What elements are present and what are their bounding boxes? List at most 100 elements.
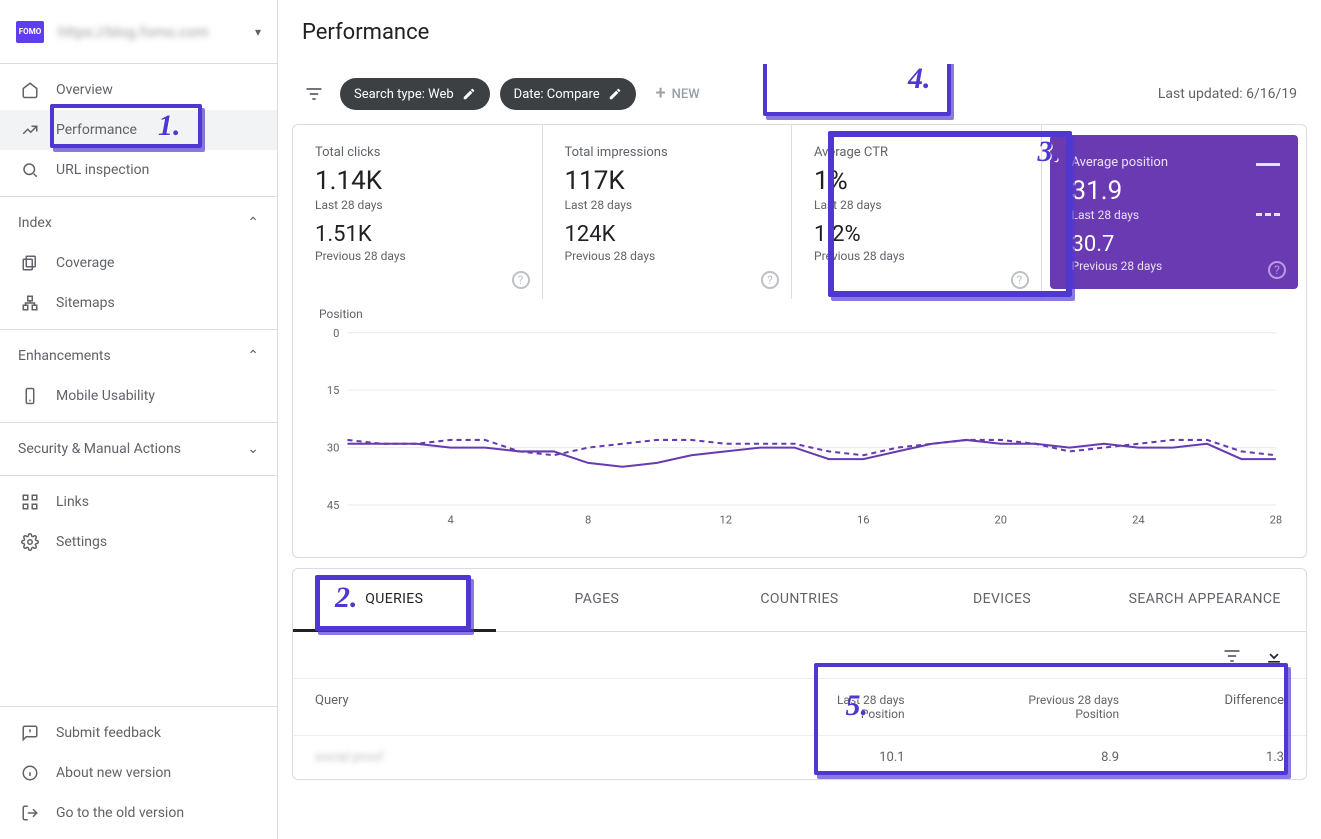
sidebar-item-label: Sitemaps [56,295,115,311]
sidebar-group-security[interactable]: Security & Manual Actions ⌄ [0,429,277,469]
sidebar-item-label: Go to the old version [56,805,184,821]
sidebar-item-feedback[interactable]: Submit feedback [0,713,277,753]
metric-position[interactable]: Average position 31.9 Last 28 days 30.7 … [1050,135,1299,289]
metric-value: 1.14K [315,166,520,196]
svg-text:8: 8 [585,513,591,526]
sidebar-item-coverage[interactable]: Coverage [0,243,277,283]
sidebar-item-label: Coverage [56,255,114,271]
chevron-down-icon: ⌄ [247,441,259,457]
metric-impressions[interactable]: Total impressions 117K Last 28 days 124K… [543,125,793,299]
metric-clicks[interactable]: Total clicks 1.14K Last 28 days 1.51K Pr… [293,125,543,299]
sidebar-item-sitemaps[interactable]: Sitemaps [0,283,277,323]
svg-text:45: 45 [327,499,340,512]
metric-value-prev: 1.2% [814,222,1019,247]
sidebar-item-mobile[interactable]: Mobile Usability [0,376,277,416]
cell-prev-position: 8.9 [927,736,1142,780]
svg-text:28: 28 [1270,513,1283,526]
filter-toolbar: Search type: Web Date: Compare + NEW Las… [278,64,1321,124]
query-cell: social proof [315,750,383,765]
metric-sub: Last 28 days [814,198,1019,212]
legend-dashed-icon [1256,213,1280,216]
table-filter-icon[interactable] [1222,646,1242,670]
help-icon[interactable]: ? [512,271,530,289]
sidebar-item-links[interactable]: Links [0,482,277,522]
metric-sub-prev: Previous 28 days [1072,259,1277,273]
metric-sub: Last 28 days [1072,208,1277,222]
metric-value: 31.9 [1072,176,1277,206]
main-content: Performance Search type: Web Date: Compa… [278,0,1321,839]
tabs-row: QUERIES PAGES COUNTRIES DEVICES SEARCH A… [293,569,1306,632]
metric-sub-prev: Previous 28 days [565,249,770,263]
svg-text:30: 30 [327,442,340,455]
property-selector[interactable]: FOMO https://blog.fomo.com ▾ [0,0,277,64]
metrics-row: Total clicks 1.14K Last 28 days 1.51K Pr… [293,125,1306,299]
metric-value-prev: 124K [565,222,770,247]
mobile-icon [18,387,42,405]
metrics-card: Total clicks 1.14K Last 28 days 1.51K Pr… [292,124,1307,558]
svg-text:16: 16 [857,513,870,526]
filter-icon[interactable] [302,84,326,104]
metric-label: Average CTR [814,145,1019,160]
help-icon[interactable]: ? [1011,271,1029,289]
metric-label: Average position [1072,155,1277,170]
chevron-up-icon: ⌃ [247,215,259,231]
annotation-number-2: 2. [335,581,358,615]
annotation-number-1: 1. [158,109,181,143]
tab-queries[interactable]: QUERIES [293,569,496,632]
col-query[interactable]: Query [293,679,749,736]
chart-y-axis-label: Position [319,307,1286,321]
exit-icon [18,804,42,822]
date-chip[interactable]: Date: Compare [500,78,636,110]
metric-sub-prev: Previous 28 days [814,249,1019,263]
help-icon[interactable]: ? [1268,261,1286,279]
metric-sub: Last 28 days [565,198,770,212]
position-chart: 0153045481216202428 [313,323,1286,533]
feedback-icon [18,724,42,742]
metric-value-prev: 30.7 [1072,232,1277,257]
last-updated: Last updated: 6/16/19 [1158,86,1297,102]
help-icon[interactable]: ? [761,271,779,289]
tab-search-appearance[interactable]: SEARCH APPEARANCE [1103,569,1306,631]
tab-devices[interactable]: DEVICES [901,569,1104,631]
sidebar: FOMO https://blog.fomo.com ▾ Overview Pe… [0,0,278,839]
metric-value-prev: 1.51K [315,222,520,247]
chip-label: Search type: Web [354,87,454,102]
page-title: Performance [278,0,1321,64]
metric-sub-prev: Previous 28 days [315,249,520,263]
sidebar-group-enhancements[interactable]: Enhancements ⌃ [0,336,277,376]
tab-pages[interactable]: PAGES [496,569,699,631]
links-icon [18,493,42,511]
table-row[interactable]: social proof 10.1 8.9 1.3 [293,736,1306,780]
sidebar-item-about[interactable]: About new version [0,753,277,793]
svg-text:20: 20 [995,513,1008,526]
metric-label: Total clicks [315,145,520,160]
sidebar-group-index[interactable]: Index ⌃ [0,203,277,243]
legend-solid-icon [1256,163,1280,166]
sidebar-item-url-inspection[interactable]: URL inspection [0,150,277,190]
site-logo: FOMO [16,21,44,43]
search-type-chip[interactable]: Search type: Web [340,78,490,110]
metric-ctr[interactable]: Average CTR 1% Last 28 days 1.2% Previou… [792,125,1042,299]
sidebar-item-performance[interactable]: Performance 1. [0,110,277,150]
sidebar-item-overview[interactable]: Overview [0,70,277,110]
col-last-position[interactable]: Last 28 days Position [749,679,927,736]
annotation-number-4: 4. [908,64,931,96]
content-scroll[interactable]: Search type: Web Date: Compare + NEW Las… [278,64,1321,839]
pencil-icon [608,87,622,101]
pages-icon [18,254,42,272]
sidebar-item-settings[interactable]: Settings [0,522,277,562]
svg-text:4: 4 [447,513,453,526]
svg-text:15: 15 [327,384,340,397]
site-url: https://blog.fomo.com [58,23,255,41]
col-difference[interactable]: Difference [1141,679,1306,736]
metric-value: 117K [565,166,770,196]
download-icon[interactable] [1264,646,1284,670]
sidebar-item-old-version[interactable]: Go to the old version [0,793,277,833]
breakdown-card: QUERIES PAGES COUNTRIES DEVICES SEARCH A… [292,568,1307,780]
queries-table: Query Last 28 days Position Previous 28 … [293,678,1306,779]
add-filter-button[interactable]: + NEW [646,78,710,110]
info-icon [18,764,42,782]
search-icon [18,161,42,179]
tab-countries[interactable]: COUNTRIES [698,569,901,631]
col-prev-position[interactable]: Previous 28 days Position [927,679,1142,736]
